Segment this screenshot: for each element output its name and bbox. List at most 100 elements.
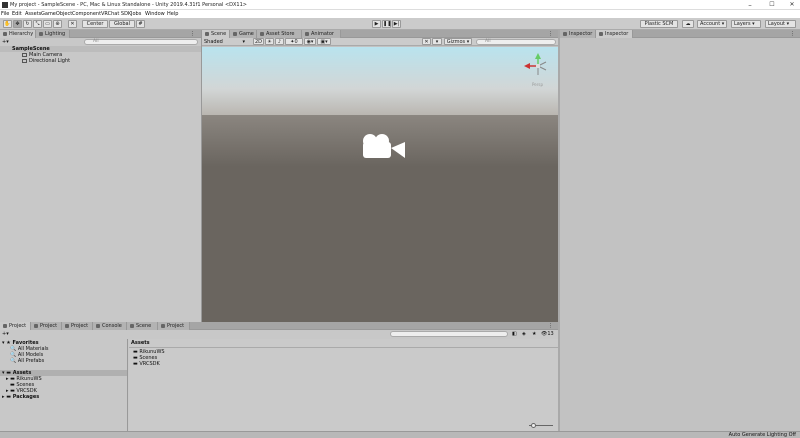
create-asset-icon[interactable]: +▾ <box>2 331 9 337</box>
tab-inspector-2[interactable]: Inspector <box>596 30 633 38</box>
pause-button[interactable]: ❚❚ <box>382 20 391 28</box>
gizmos-dropdown[interactable]: Gizmos ▾ <box>444 38 472 45</box>
tab-inspector-1[interactable]: Inspector <box>560 30 596 38</box>
favorite-star-icon[interactable]: ★ <box>532 331 536 337</box>
audio-toggle-icon[interactable]: ♪ <box>275 38 284 45</box>
cloud-icon[interactable]: ☁ <box>682 20 694 28</box>
main-toolbar: ✋ ✥ ↻ ⤡ ▭ ⊕ ✕ Center Global # ▶ ❚❚ ▶| Pl… <box>0 18 800 30</box>
tab-lighting-label: Lighting <box>45 31 66 37</box>
transform-tool-icon[interactable]: ⊕ <box>53 20 62 28</box>
view-options-icon[interactable]: ▾ <box>432 38 442 45</box>
menu-window[interactable]: Window <box>145 11 165 17</box>
plastic-scm-button[interactable]: Plastic SCM <box>640 20 678 28</box>
menu-jobs[interactable]: Jobs <box>131 11 141 17</box>
menu-vrchat-sdk[interactable]: VRChat SDK <box>101 11 131 17</box>
hidden-packages-toggle[interactable]: 👁13 <box>541 331 554 337</box>
filter-type-icon[interactable]: ◧ <box>512 331 517 337</box>
tools-icon[interactable]: ✕ <box>422 38 431 45</box>
panel-menu-icon[interactable]: ⋮ <box>548 323 553 329</box>
maximize-button[interactable]: ☐ <box>762 0 782 10</box>
menu-file[interactable]: File <box>1 11 9 17</box>
tab-scene-2[interactable]: Scene <box>127 322 158 330</box>
2d-toggle[interactable]: 2D <box>253 38 264 45</box>
scene-viewport[interactable]: Persp <box>202 47 558 322</box>
tab-asset-store[interactable]: Asset Store <box>257 30 302 38</box>
scale-tool-icon[interactable]: ⤡ <box>33 20 42 28</box>
scene-search-placeholder: All <box>485 39 491 44</box>
panel-menu-icon[interactable]: ⋮ <box>190 31 195 37</box>
panel-menu-icon[interactable]: ⋮ <box>548 31 553 37</box>
global-local-toggle[interactable]: Global <box>109 20 135 28</box>
tab-console[interactable]: Console <box>93 322 127 330</box>
slider-handle[interactable] <box>531 423 536 428</box>
space-label: Global <box>114 21 130 27</box>
step-button[interactable]: ▶| <box>392 20 401 28</box>
project-tabstrip: Project Project Project Console Scene Pr… <box>0 322 558 330</box>
layout-label: Layout <box>768 21 785 27</box>
tab-project-4[interactable]: Project <box>158 322 190 330</box>
panel-menu-icon[interactable]: ⋮ <box>790 31 795 37</box>
scene-search-input[interactable]: All <box>476 39 556 45</box>
pivot-label: Center <box>86 21 104 27</box>
tab-project-2[interactable]: Project <box>31 322 62 330</box>
hierarchy-item-directional-light[interactable]: Directional Light <box>29 58 70 64</box>
grid-item-vrcsdk[interactable]: ▬ VRCSDK <box>133 361 160 367</box>
hierarchy-panel: Hierarchy Lighting ⋮ +▾ All SampleScene … <box>0 30 201 322</box>
rotate-tool-icon[interactable]: ↻ <box>23 20 32 28</box>
account-dropdown[interactable]: Account ▾ <box>697 20 727 28</box>
minimize-button[interactable]: – <box>740 0 760 10</box>
orientation-gizmo-icon[interactable] <box>524 53 552 79</box>
tab-asset-store-label: Asset Store <box>266 31 295 37</box>
menu-bar: File Edit Assets GameObject Component VR… <box>0 10 800 18</box>
layers-dropdown[interactable]: Layers ▾ <box>731 20 761 28</box>
packages-header[interactable]: ▸ ▬ Packages <box>2 394 39 400</box>
shading-mode-dropdown[interactable]: Shaded ▾ <box>204 39 245 45</box>
menu-edit[interactable]: Edit <box>12 11 22 17</box>
scene-toolbar: Shaded ▾ 2D ☀ ♪ ✦0 ◉▾ ▣▾ ✕ ▾ Gizmos ▾ Al… <box>202 38 558 46</box>
hierarchy-search-input[interactable]: All <box>84 39 198 45</box>
2d-toggle-label: 2D <box>254 39 263 45</box>
custom-tool-icon[interactable]: ✕ <box>68 20 77 28</box>
layout-dropdown[interactable]: Layout ▾ <box>765 20 796 28</box>
menu-gameobject[interactable]: GameObject <box>41 11 72 17</box>
gizmo-projection-label[interactable]: Persp <box>532 82 543 87</box>
breadcrumb[interactable]: Assets <box>131 340 150 346</box>
tab-project-1[interactable]: Project <box>0 322 31 330</box>
tab-hierarchy[interactable]: Hierarchy <box>0 30 36 38</box>
lighting-status[interactable]: Auto Generate Lighting Off <box>729 432 796 438</box>
menu-help[interactable]: Help <box>167 11 178 17</box>
pivot-center-toggle[interactable]: Center <box>82 20 108 28</box>
splitter[interactable] <box>201 30 202 322</box>
tab-scene[interactable]: Scene <box>202 30 230 38</box>
menu-assets[interactable]: Assets <box>25 11 41 17</box>
project-panel: Project Project Project Console Scene Pr… <box>0 322 558 431</box>
project-search-input[interactable] <box>390 331 508 337</box>
tab-game[interactable]: Game <box>230 30 257 38</box>
tab-project-3-label: Project <box>71 323 89 329</box>
move-tool-icon[interactable]: ✥ <box>13 20 22 28</box>
tab-lighting[interactable]: Lighting <box>36 30 70 38</box>
rect-tool-icon[interactable]: ▭ <box>43 20 52 28</box>
snap-icon[interactable]: # <box>136 20 145 28</box>
tab-project-3[interactable]: Project <box>62 322 93 330</box>
visibility-dropdown[interactable]: ◉▾ <box>304 38 316 45</box>
camera-dropdown[interactable]: ▣▾ <box>317 38 331 45</box>
lighting-toggle-icon[interactable]: ☀ <box>265 38 274 45</box>
close-button[interactable]: ✕ <box>782 0 800 10</box>
tab-scene-2-label: Scene <box>136 323 152 329</box>
effects-dropdown[interactable]: ✦0 <box>285 38 303 45</box>
play-button[interactable]: ▶ <box>372 20 381 28</box>
effects-count: 0 <box>294 39 298 45</box>
splitter[interactable] <box>558 30 560 431</box>
camera-gizmo-icon[interactable] <box>360 132 408 166</box>
sky-gradient <box>202 47 558 117</box>
hand-tool-icon[interactable]: ✋ <box>3 20 12 28</box>
tab-game-label: Game <box>239 31 254 37</box>
favorite-all-prefabs[interactable]: 🔍 All Prefabs <box>10 358 44 364</box>
project-content: Assets ▬ RikunuWS ▬ Scenes ▬ VRCSDK <box>129 339 558 431</box>
tab-animator[interactable]: Animator <box>302 30 341 38</box>
create-add-icon[interactable]: +▾ <box>2 39 9 45</box>
menu-component[interactable]: Component <box>72 11 101 17</box>
filter-label-icon[interactable]: ◈ <box>522 331 526 337</box>
shading-mode-label: Shaded <box>204 39 223 45</box>
